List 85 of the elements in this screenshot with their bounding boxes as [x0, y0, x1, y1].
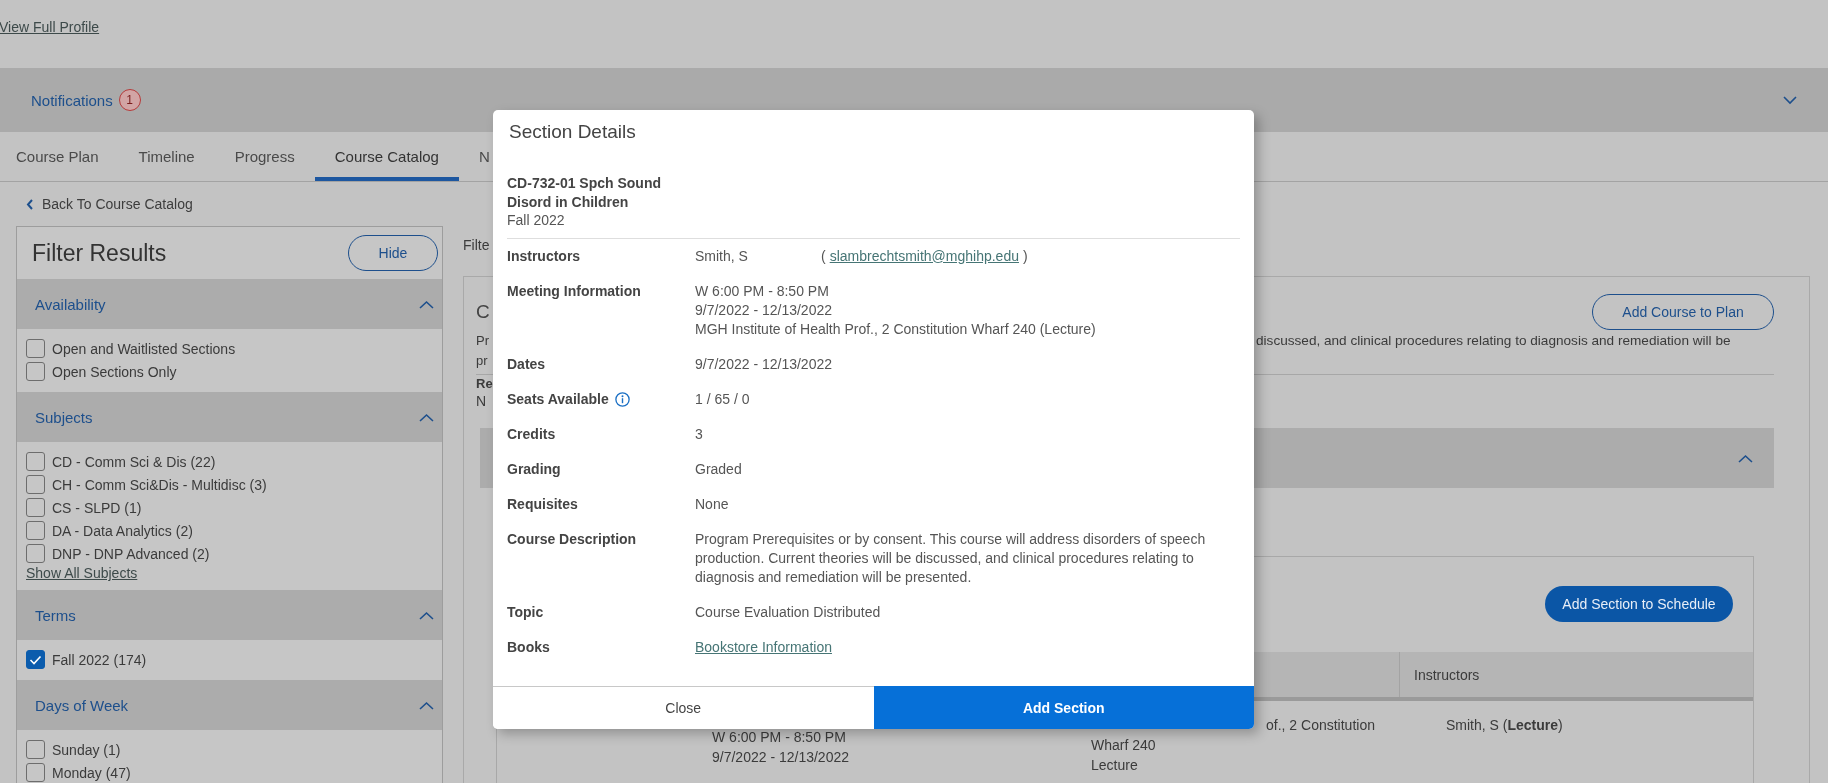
option-label: CD - Comm Sci & Dis (22)	[52, 453, 216, 470]
option-label: Open and Waitlisted Sections	[52, 340, 236, 357]
detail-value: Program Prerequisites or by consent. This course will address disorders of speech production. Current theories will be discussed, and clinical procedures relating to diagnosis and remediation will be presented.	[695, 529, 1207, 587]
option-label: Open Sections Only	[52, 363, 177, 380]
group-title: Terms	[35, 606, 76, 624]
checkbox[interactable]	[26, 339, 45, 358]
detail-value: 1 / 65 / 0	[695, 389, 751, 409]
show-all-link[interactable]: Show All Subjects	[26, 565, 138, 581]
checkbox[interactable]	[26, 521, 45, 540]
email-link[interactable]: slambrechtsmith@mghihp.edu	[829, 246, 1019, 266]
detail-label: Requisites	[507, 494, 578, 514]
option-label: Monday (47)	[52, 764, 131, 781]
checkbox[interactable]	[26, 650, 45, 669]
column-header: Instructors	[1414, 666, 1480, 683]
filter-label: Filte	[463, 237, 490, 253]
filter-group-header[interactable]: Subjects	[17, 392, 442, 442]
checkbox[interactable]	[26, 544, 45, 563]
checkbox[interactable]	[26, 452, 45, 471]
option-label: CH - Comm Sci&Dis - Multidisc (3)	[52, 476, 267, 493]
filter-group-header[interactable]: Availability	[17, 279, 442, 329]
checkbox[interactable]	[26, 498, 45, 517]
tab[interactable]: Timeline	[118, 132, 215, 181]
course-name: Disord in Children	[507, 192, 630, 211]
parenthesis: (	[821, 246, 826, 266]
bookstore-link[interactable]: Bookstore Information	[695, 637, 832, 657]
option-label: DA - Data Analytics (2)	[52, 522, 193, 539]
detail-label: Topic	[507, 602, 544, 622]
filter-title: Filter Results	[32, 239, 167, 267]
option-label: CS - SLPD (1)	[52, 499, 142, 516]
table-cell-text: 9/7/2022 - 12/13/2022	[712, 748, 850, 767]
filter-group-header[interactable]: Terms	[17, 590, 442, 640]
detail-label: Seats Available	[507, 389, 609, 409]
course-title: C	[476, 301, 490, 323]
detail-value: Course Evaluation Distributed	[695, 602, 882, 622]
close-button[interactable]: Close	[493, 686, 874, 729]
checkbox[interactable]	[26, 475, 45, 494]
course-term: Fall 2022	[507, 211, 566, 230]
course-name: CD-732-01 Spch Sound	[507, 174, 663, 193]
checkbox[interactable]	[26, 740, 45, 759]
filter-group-header[interactable]: Days of Week	[17, 680, 442, 730]
info-icon[interactable]	[614, 391, 630, 407]
detail-label: Instructors	[507, 246, 581, 266]
table-cell-text: Lecture	[1091, 756, 1139, 775]
notifications-label: Notifications	[31, 91, 113, 109]
requisites-value: N	[476, 392, 487, 409]
option-label: Sunday (1)	[52, 741, 121, 758]
group-title: Subjects	[35, 408, 93, 426]
option-label: DNP - DNP Advanced (2)	[52, 545, 210, 562]
detail-value: Graded	[695, 459, 743, 479]
chevron-left-icon	[26, 198, 34, 210]
description-text: discussed, and clinical procedures relating to diagnosis and remediation will be	[1256, 332, 1731, 348]
detail-label: Credits	[507, 424, 556, 444]
tab[interactable]: Course Catalog	[314, 132, 459, 181]
detail-value: Smith, S	[695, 246, 749, 266]
notification-count: 1	[118, 89, 141, 111]
detail-value: 9/7/2022 - 12/13/2022	[695, 354, 833, 374]
detail-value: None	[695, 494, 730, 514]
table-cell-text: Wharf 240	[1091, 736, 1157, 755]
detail-value: MGH Institute of Health Prof., 2 Constitution Wharf 240 (Lecture)	[695, 319, 1097, 339]
description-text: pr	[476, 352, 489, 368]
table-cell-text: of., 2 Constitution	[1266, 716, 1376, 735]
detail-value: 9/7/2022 - 12/13/2022	[695, 300, 833, 320]
detail-value: W 6:00 PM - 8:50 PM	[695, 281, 830, 301]
checkbox[interactable]	[26, 362, 45, 381]
description-text: Pr	[476, 332, 490, 348]
group-title: Days of Week	[35, 696, 129, 714]
check-icon	[29, 654, 42, 665]
tab[interactable]: Course Plan	[0, 132, 119, 181]
detail-label: Meeting Information	[507, 281, 641, 301]
back-link[interactable]: Back To Course Catalog	[42, 196, 193, 212]
detail-value: 3	[695, 424, 704, 444]
table-cell-text: Smith, S (Lecture)	[1446, 716, 1564, 735]
parenthesis: )	[1022, 246, 1028, 266]
group-title: Availability	[35, 295, 106, 313]
detail-label: Books	[507, 637, 550, 657]
detail-label: Grading	[507, 459, 561, 479]
add-section-to-schedule-button[interactable]: Add Section to Schedule	[1545, 585, 1733, 622]
requisites-label: Re	[476, 376, 493, 391]
checkbox[interactable]	[26, 763, 45, 782]
tab[interactable]: Progress	[214, 132, 315, 181]
detail-label: Course Description	[507, 529, 637, 549]
add-section-button[interactable]: Add Section	[873, 686, 1254, 729]
table-cell-text: W 6:00 PM - 8:50 PM	[712, 728, 847, 747]
detail-label: Dates	[507, 354, 546, 374]
option-label: Fall 2022 (174)	[52, 651, 147, 668]
